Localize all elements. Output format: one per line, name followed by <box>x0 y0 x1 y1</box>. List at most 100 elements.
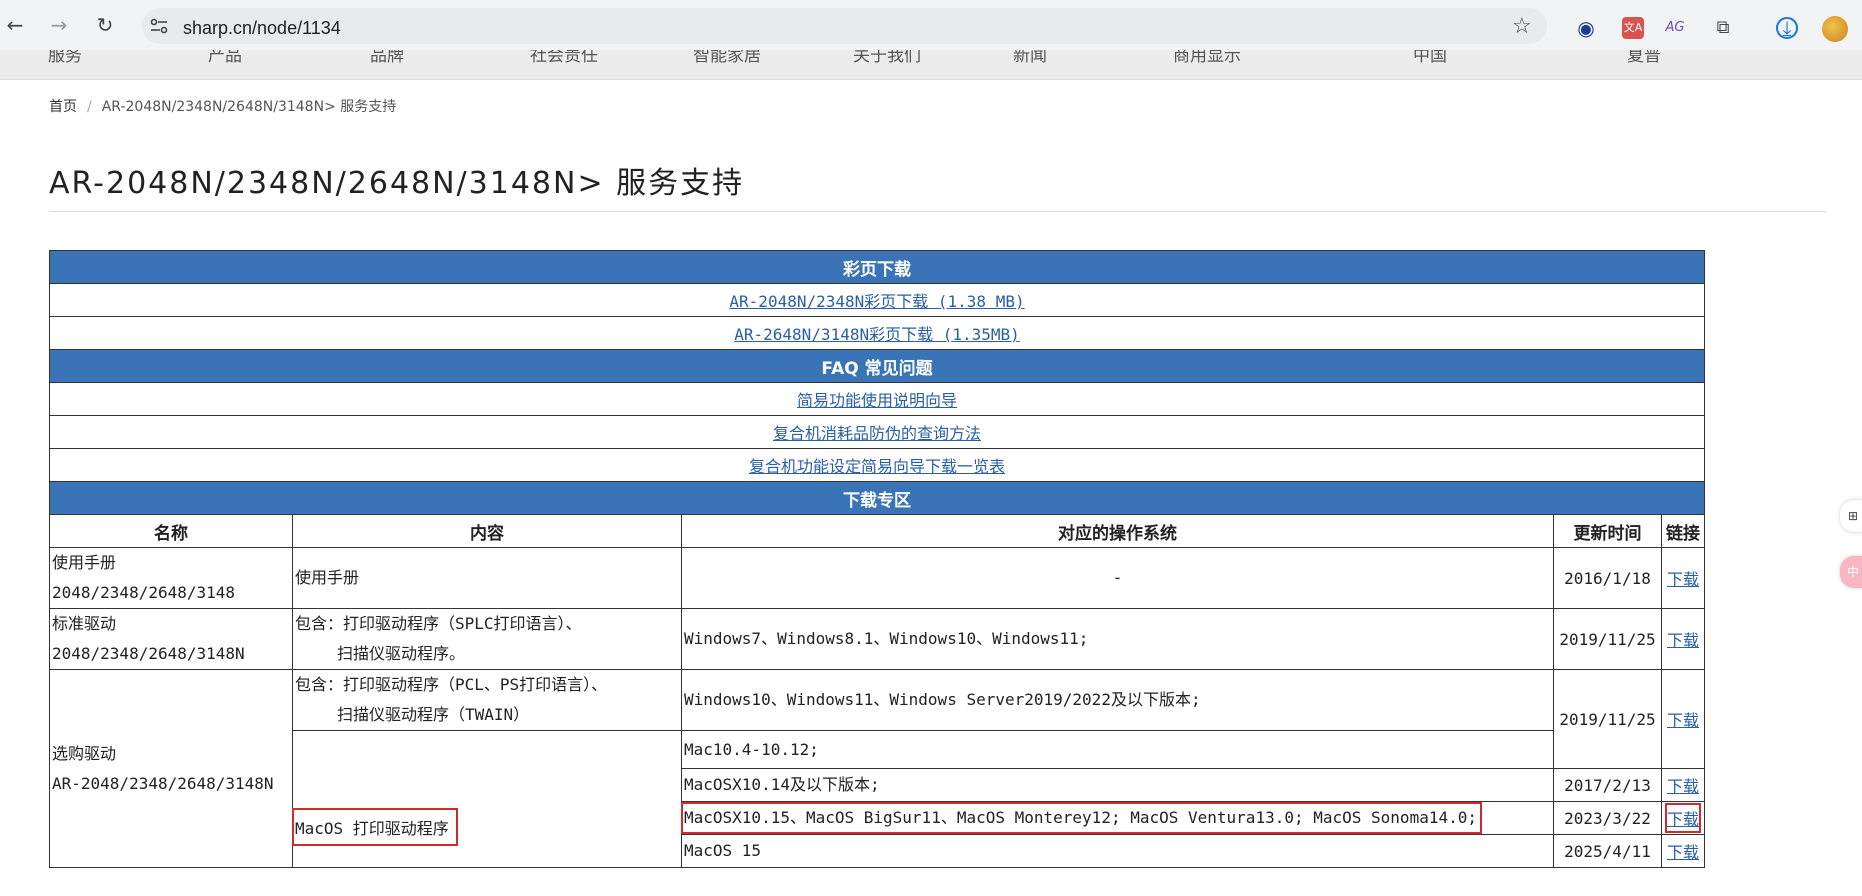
site-nav-item[interactable]: 服务 <box>48 50 82 66</box>
download-link[interactable]: 下载 <box>1667 570 1699 589</box>
row-models: 2048/2348/2648/3148 <box>52 583 236 602</box>
table-row: 使用手册 2048/2348/2648/3148 使用手册 - 2016/1/18… <box>49 547 1706 609</box>
row-date: 2019/11/25 <box>1553 669 1662 769</box>
row-date: 2019/11/25 <box>1553 608 1662 670</box>
row-date: 2023/3/22 <box>1553 801 1662 835</box>
site-nav-item[interactable]: 关于我们 <box>853 50 921 66</box>
row-os: Windows10、Windows11、Windows Server2019/2… <box>681 669 1554 731</box>
row-link-cell: 下载 <box>1660 834 1706 868</box>
download-link[interactable]: 下载 <box>1667 631 1699 650</box>
brochure-row: AR-2048N/2348N彩页下载 (1.38 MB) <box>48 283 1706 317</box>
site-nav-item[interactable]: 产品 <box>208 50 242 66</box>
circle-a-extension-icon[interactable]: ◉ <box>1575 17 1597 39</box>
row-content-cell: MacOS 打印驱动程序 <box>292 730 682 868</box>
download-icon[interactable]: ⤓ <box>1776 17 1798 39</box>
title-divider <box>49 211 1826 212</box>
side-chat-icon[interactable]: 中 <box>1840 556 1862 588</box>
column-header-link: 链接 <box>1660 514 1706 548</box>
puzzle-extension-icon[interactable]: ⧉ <box>1712 17 1734 39</box>
table-row: 选购驱动 AR-2048/2348/2648/3148N 包含：打印驱动程序（PC… <box>49 669 1706 868</box>
download-link[interactable]: 下载 <box>1667 711 1699 730</box>
url-text[interactable]: sharp.cn/node/1134 <box>183 18 341 39</box>
back-button[interactable]: ← <box>4 14 26 36</box>
row-os: Mac10.4-10.12; <box>681 730 1554 769</box>
row-link-cell: 下载 <box>1660 768 1706 802</box>
row-content-cell: 包含：打印驱动程序（SPLC打印语言）、扫描仪驱动程序。 <box>292 608 682 670</box>
row-os: - <box>681 547 1554 609</box>
download-link[interactable]: 下载 <box>1667 777 1699 796</box>
forward-button[interactable]: → <box>48 14 70 36</box>
browser-toolbar: ← → ↻ sharp.cn/node/1134 ☆ ◉ 文A AG ⧉ ⤓ <box>0 0 1862 50</box>
row-name-cell: 使用手册 2048/2348/2648/3148 <box>49 547 293 609</box>
brochure-link-2048-2348[interactable]: AR-2048N/2348N彩页下载 (1.38 MB) <box>729 292 1024 311</box>
row-content-line: 扫描仪驱动程序（TWAIN） <box>337 705 530 724</box>
brochure-link-2648-3148[interactable]: AR-2648N/3148N彩页下载 (1.35MB) <box>734 325 1020 344</box>
column-header-date: 更新时间 <box>1553 514 1662 548</box>
column-header-name: 名称 <box>49 514 293 548</box>
faq-link-settings-guide-list[interactable]: 复合机功能设定简易向导下载一览表 <box>749 457 1005 476</box>
support-table: 彩页下载 AR-2048N/2348N彩页下载 (1.38 MB) AR-264… <box>48 250 1706 868</box>
address-bar[interactable] <box>142 8 1547 44</box>
row-name: 使用手册 <box>52 553 117 572</box>
site-nav-bar: 服务 产品 品牌 社会责任 智能家居 关于我们 新闻 商用显示 中国 夏普 <box>0 50 1862 80</box>
breadcrumb-current: AR-2048N/2348N/2648N/3148N> 服务支持 <box>101 99 397 115</box>
row-content-line: 包含：打印驱动程序（PCL、PS打印语言）、 <box>295 675 608 694</box>
site-nav-item[interactable]: 夏普 <box>1627 50 1661 66</box>
row-models: AR-2048/2348/2648/3148N <box>52 773 274 793</box>
faq-row: 简易功能使用说明向导 <box>48 382 1706 416</box>
row-os: Windows7、Windows8.1、Windows10、Windows11; <box>681 608 1554 670</box>
site-nav-item[interactable]: 新闻 <box>1013 50 1047 66</box>
row-name-cell: 标准驱动 2048/2348/2648/3148N <box>49 608 293 670</box>
profile-avatar[interactable] <box>1822 16 1848 42</box>
row-os-cell: MacOSX10.15、MacOS BigSur11、MacOS Montere… <box>681 801 1554 835</box>
faq-section-heading: FAQ 常见问题 <box>48 349 1706 383</box>
side-grid-icon[interactable]: ⊞ <box>1840 500 1862 532</box>
row-name-cell: 选购驱动 AR-2048/2348/2648/3148N <box>49 669 293 868</box>
row-date: 2017/2/13 <box>1553 768 1662 802</box>
row-link-cell: 下载 <box>1660 801 1706 835</box>
row-name: 标准驱动 <box>52 614 117 633</box>
bookmark-star-icon[interactable]: ☆ <box>1512 16 1532 38</box>
page-title: AR-2048N/2348N/2648N/3148N> 服务支持 <box>49 166 745 201</box>
row-os: MacOS 15 <box>681 834 1554 868</box>
site-nav-item[interactable]: 商用显示 <box>1173 50 1241 66</box>
faq-link-anti-counterfeit[interactable]: 复合机消耗品防伪的查询方法 <box>773 424 981 443</box>
macos-driver-label: MacOS 打印驱动程序 <box>292 808 458 846</box>
faq-row: 复合机功能设定简易向导下载一览表 <box>48 448 1706 482</box>
faq-row: 复合机消耗品防伪的查询方法 <box>48 415 1706 449</box>
column-header-content: 内容 <box>292 514 682 548</box>
ag-extension-icon[interactable]: AG <box>1664 17 1686 39</box>
breadcrumb: 首页 / AR-2048N/2348N/2648N/3148N> 服务支持 <box>49 96 396 116</box>
macos-version-highlight: MacOSX10.15、MacOS BigSur11、MacOS Montere… <box>681 802 1482 834</box>
site-nav-item[interactable]: 中国 <box>1413 50 1447 66</box>
site-nav-item[interactable]: 品牌 <box>370 50 404 66</box>
breadcrumb-home-link[interactable]: 首页 <box>49 99 77 115</box>
row-date: 2025/4/11 <box>1553 834 1662 868</box>
row-link-cell: 下载 <box>1660 547 1706 609</box>
row-date: 2016/1/18 <box>1553 547 1662 609</box>
row-name: 选购驱动 <box>52 743 117 763</box>
row-content-line: 扫描仪驱动程序。 <box>337 644 466 663</box>
reload-button[interactable]: ↻ <box>94 14 116 36</box>
download-section-heading: 下载专区 <box>48 481 1706 515</box>
column-header-os: 对应的操作系统 <box>681 514 1554 548</box>
breadcrumb-separator: / <box>87 99 92 115</box>
brochure-section-heading: 彩页下载 <box>48 250 1706 284</box>
row-models: 2048/2348/2648/3148N <box>52 644 245 663</box>
row-content-cell: 包含：打印驱动程序（PCL、PS打印语言）、扫描仪驱动程序（TWAIN） <box>292 669 682 731</box>
download-link[interactable]: 下载 <box>1667 843 1699 862</box>
site-nav-item[interactable]: 智能家居 <box>693 50 761 66</box>
brochure-row: AR-2648N/3148N彩页下载 (1.35MB) <box>48 316 1706 350</box>
site-nav-item[interactable]: 社会责任 <box>530 50 598 66</box>
download-link-highlighted[interactable]: 下载 <box>1664 803 1702 833</box>
table-row: 标准驱动 2048/2348/2648/3148N 包含：打印驱动程序（SPLC打… <box>49 608 1706 670</box>
faq-link-quick-guide[interactable]: 简易功能使用说明向导 <box>797 391 957 410</box>
translate-extension-icon[interactable]: 文A <box>1622 17 1644 39</box>
table-row: MacOS 打印驱动程序 Mac10.4-10.12; <box>50 730 1705 868</box>
row-content-line: 包含：打印驱动程序（SPLC打印语言）、 <box>295 614 582 633</box>
row-link-cell: 下载 <box>1660 608 1706 670</box>
row-link-cell: 下载 <box>1660 669 1706 769</box>
row-content: 使用手册 <box>292 547 682 609</box>
row-os: MacOSX10.14及以下版本; <box>681 768 1554 802</box>
site-settings-icon[interactable] <box>150 18 168 34</box>
